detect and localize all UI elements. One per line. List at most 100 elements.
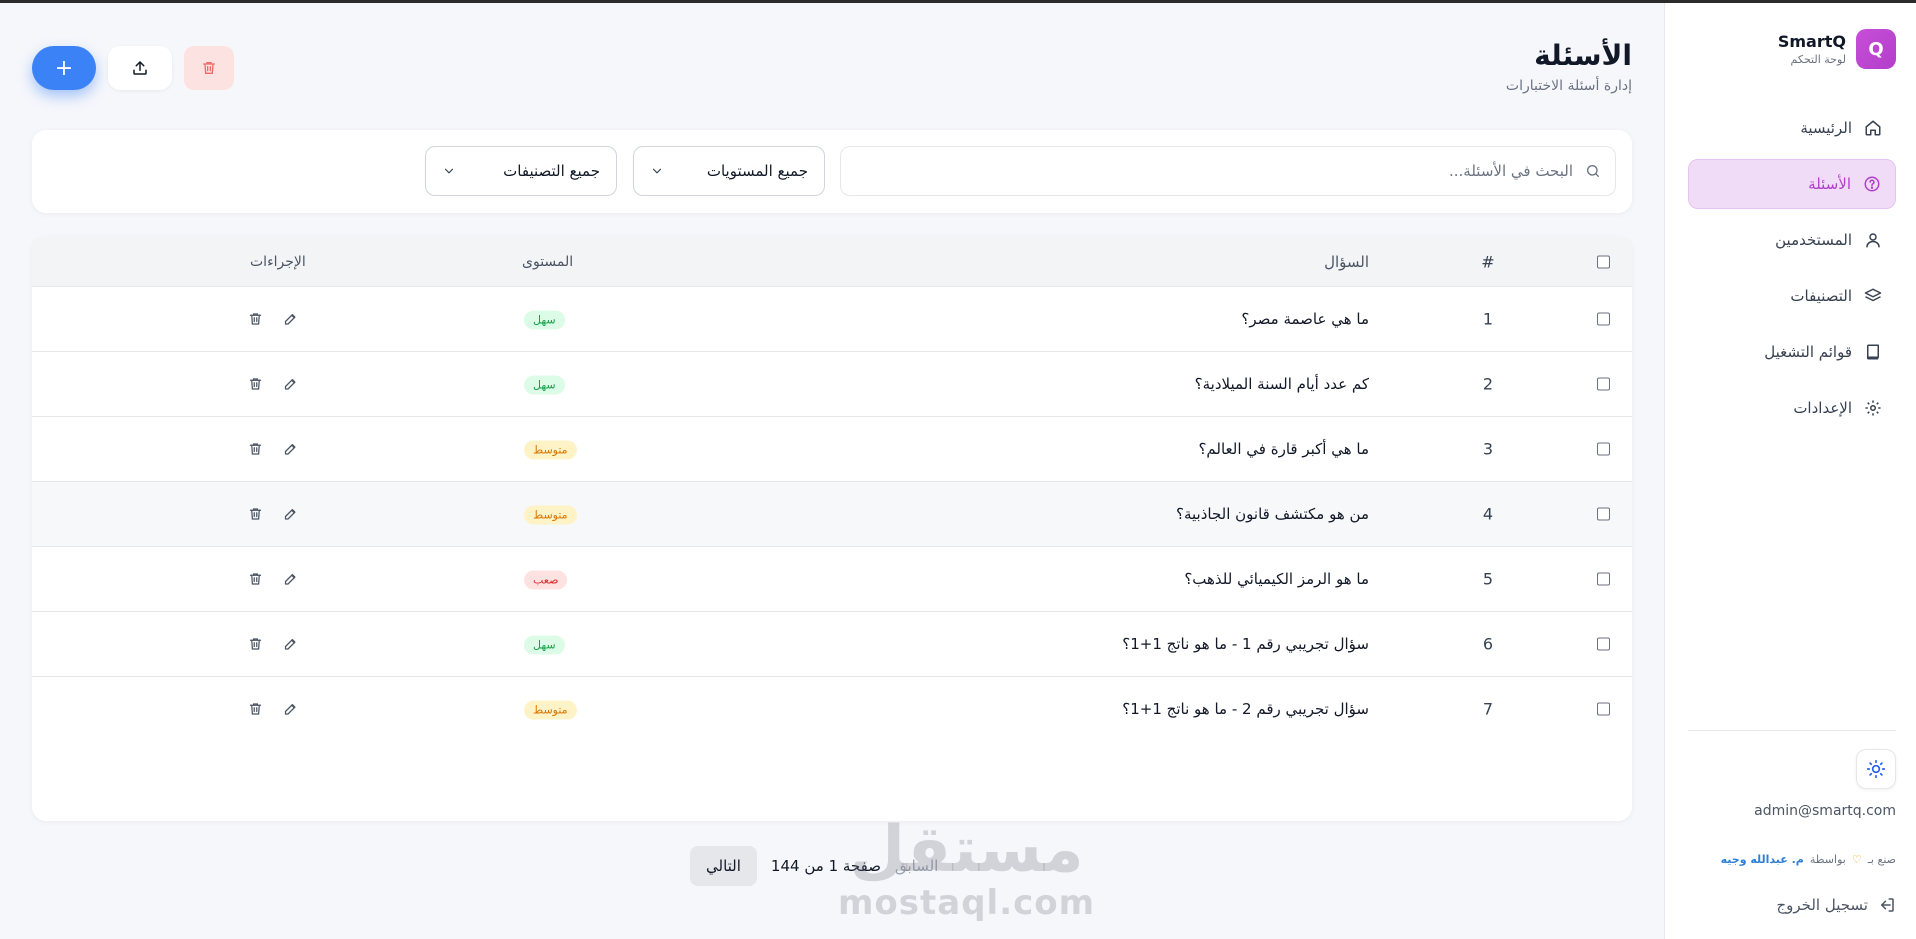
sidebar-item-label: الرئيسية — [1800, 119, 1852, 137]
level-badge: سهل — [524, 375, 565, 395]
header-actions: + — [32, 46, 234, 90]
row-level: صعب — [524, 569, 568, 590]
delete-icon[interactable] — [248, 312, 263, 327]
row-actions — [248, 312, 298, 327]
edit-icon[interactable] — [283, 702, 298, 717]
table-row: 3 ما هي أكبر قارة في العالم؟ متوسط — [32, 416, 1632, 481]
row-question: ما هي أكبر قارة في العالم؟ — [1198, 440, 1369, 458]
row-level: متوسط — [524, 699, 577, 720]
logout-label: تسجيل الخروج — [1776, 896, 1868, 914]
delete-icon[interactable] — [248, 572, 263, 587]
chevron-down-icon — [442, 164, 456, 178]
level-select[interactable]: جميع المستويات — [633, 146, 825, 196]
row-checkbox[interactable] — [1597, 572, 1610, 586]
table-row: 1 ما هي عاصمة مصر؟ سهل — [32, 286, 1632, 351]
row-actions — [248, 507, 298, 522]
edit-icon[interactable] — [283, 507, 298, 522]
row-number: 4 — [1482, 504, 1494, 524]
delete-icon[interactable] — [248, 442, 263, 457]
row-number: 6 — [1482, 634, 1494, 654]
row-actions — [248, 442, 298, 457]
category-select[interactable]: جميع التصنيفات — [425, 146, 617, 196]
brand-logo: Q — [1856, 29, 1896, 69]
book-icon — [1864, 343, 1882, 361]
gear-icon — [1864, 399, 1882, 417]
layers-icon — [1864, 287, 1882, 305]
edit-icon[interactable] — [283, 442, 298, 457]
sidebar-item-categories[interactable]: التصنيفات — [1688, 271, 1896, 321]
row-checkbox[interactable] — [1597, 637, 1610, 651]
row-checkbox[interactable] — [1597, 442, 1610, 456]
row-number: 7 — [1482, 699, 1494, 719]
sidebar-item-label: قوائم التشغيل — [1764, 343, 1852, 361]
pagination: التالي صفحة 1 من 144 السابق — [690, 846, 938, 886]
sidebar-nav: الرئيسية الأسئلة المستخدمين التصنيفات قو… — [1688, 103, 1896, 439]
add-question-button[interactable]: + — [32, 46, 96, 90]
edit-icon[interactable] — [283, 377, 298, 392]
header-question: السؤال — [1324, 252, 1369, 271]
credit-line: صنع بـ ♡ بواسطة م. عبدالله وجيه — [1721, 853, 1896, 866]
sidebar-item-label: التصنيفات — [1790, 287, 1852, 305]
next-page-button[interactable]: التالي — [690, 846, 757, 886]
level-badge: متوسط — [524, 505, 577, 525]
watermark-latin: mostaql.com — [838, 883, 1096, 923]
row-checkbox[interactable] — [1597, 312, 1610, 326]
logout-icon — [1878, 896, 1896, 914]
select-all-checkbox[interactable] — [1597, 255, 1610, 268]
questions-table: # السؤال المستوى الإجراءات 1 ما هي عاصمة … — [32, 237, 1632, 821]
search-input[interactable]: البحث في الأسئلة... — [840, 146, 1616, 196]
row-level: سهل — [524, 374, 565, 395]
row-actions — [248, 637, 298, 652]
sun-icon — [1866, 759, 1886, 779]
delete-icon[interactable] — [248, 702, 263, 717]
row-question: من هو مكتشف قانون الجاذبية؟ — [1176, 505, 1369, 523]
help-circle-icon — [1863, 175, 1881, 193]
credit-author-link[interactable]: م. عبدالله وجيه — [1721, 853, 1804, 866]
delete-icon[interactable] — [248, 377, 263, 392]
credit-made: صنع بـ — [1867, 853, 1896, 866]
table-row: 2 كم عدد أيام السنة الميلادية؟ سهل — [32, 351, 1632, 416]
row-checkbox[interactable] — [1597, 377, 1610, 391]
header-actions: الإجراءات — [250, 253, 306, 270]
level-badge: سهل — [524, 310, 565, 330]
level-select-value: جميع المستويات — [706, 162, 808, 180]
sidebar-item-settings[interactable]: الإعدادات — [1688, 383, 1896, 433]
row-number: 3 — [1482, 439, 1494, 459]
sidebar: Q SmartQ لوحة التحكم الرئيسية الأسئلة ال… — [1664, 3, 1916, 939]
category-select-value: جميع التصنيفات — [503, 162, 600, 180]
table-row: 6 سؤال تجريبي رقم 1 - ما هو ناتج 1+1؟ سهل — [32, 611, 1632, 676]
page-title: الأسئلة — [1534, 39, 1632, 72]
sidebar-divider — [1688, 730, 1896, 731]
theme-toggle-button[interactable] — [1856, 749, 1896, 789]
row-level: متوسط — [524, 439, 577, 460]
row-question: ما هو الرمز الكيميائي للذهب؟ — [1184, 570, 1369, 588]
table-header: # السؤال المستوى الإجراءات — [32, 237, 1632, 286]
header-level: المستوى — [522, 253, 574, 270]
search-placeholder: البحث في الأسئلة... — [1448, 162, 1573, 180]
chevron-down-icon — [650, 164, 664, 178]
upload-button[interactable] — [108, 46, 172, 90]
sidebar-item-users[interactable]: المستخدمين — [1688, 215, 1896, 265]
sidebar-item-questions[interactable]: الأسئلة — [1688, 159, 1896, 209]
delete-icon[interactable] — [248, 507, 263, 522]
edit-icon[interactable] — [283, 312, 298, 327]
edit-icon[interactable] — [283, 637, 298, 652]
row-checkbox[interactable] — [1597, 702, 1610, 716]
table-row: 5 ما هو الرمز الكيميائي للذهب؟ صعب — [32, 546, 1632, 611]
sidebar-item-playlists[interactable]: قوائم التشغيل — [1688, 327, 1896, 377]
sidebar-item-label: المستخدمين — [1775, 231, 1852, 249]
logout-button[interactable]: تسجيل الخروج — [1776, 896, 1896, 914]
prev-page-button[interactable]: السابق — [895, 857, 938, 875]
sidebar-item-label: الأسئلة — [1808, 175, 1851, 193]
sidebar-item-home[interactable]: الرئيسية — [1688, 103, 1896, 153]
row-number: 1 — [1482, 309, 1494, 329]
bulk-delete-button[interactable] — [184, 46, 234, 90]
delete-icon[interactable] — [248, 637, 263, 652]
brand[interactable]: Q SmartQ لوحة التحكم — [1778, 29, 1896, 69]
sidebar-item-label: الإعدادات — [1793, 399, 1852, 417]
row-number: 2 — [1482, 374, 1494, 394]
row-checkbox[interactable] — [1597, 507, 1610, 521]
page-subtitle: إدارة أسئلة الاختبارات — [1505, 78, 1632, 94]
edit-icon[interactable] — [283, 572, 298, 587]
heart-icon: ♡ — [1851, 853, 1862, 866]
